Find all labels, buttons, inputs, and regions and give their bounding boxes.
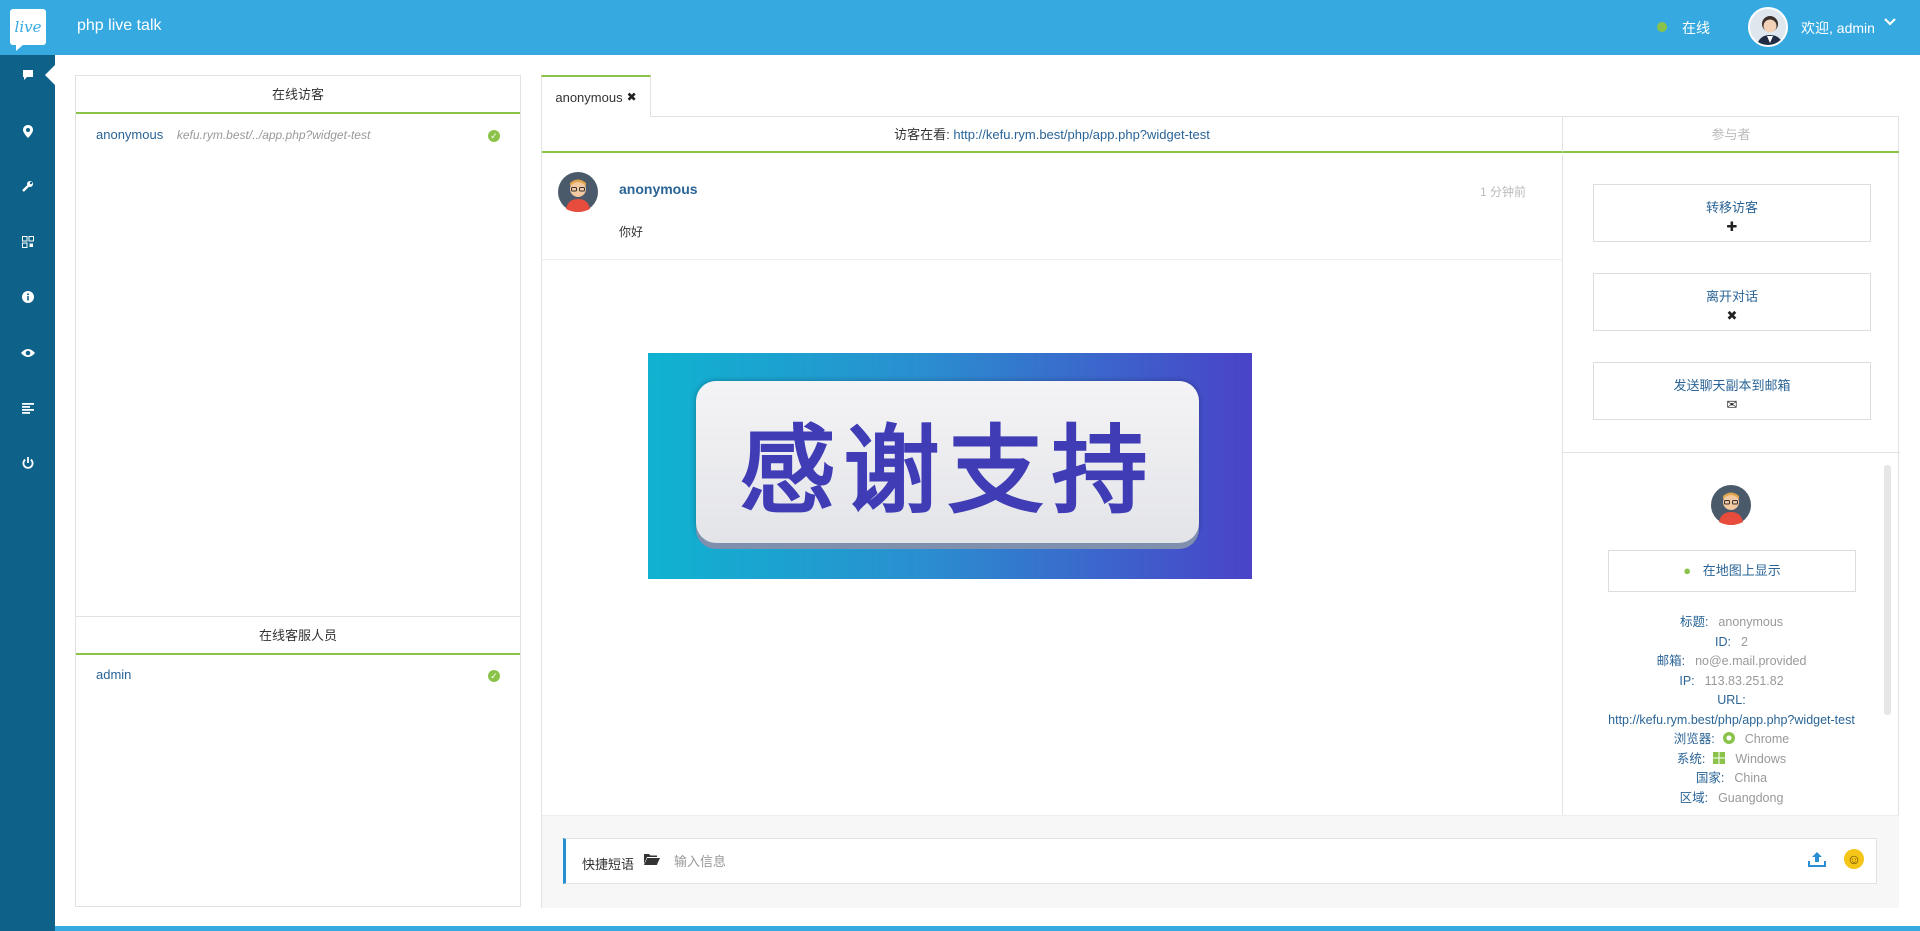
message-author: anonymous <box>619 181 698 197</box>
visitor-name[interactable]: anonymous <box>96 127 163 142</box>
online-agents-title: 在线客服人员 <box>76 617 520 655</box>
plus-icon: ✚ <box>1726 219 1738 234</box>
agent-name[interactable]: admin <box>96 667 131 682</box>
qrcode-icon <box>21 236 34 248</box>
viewing-label: 访客在看: <box>894 127 950 142</box>
info-id-row: ID: 2 <box>1715 634 1748 649</box>
top-bar: live php live talk 在线 欢迎, admin <box>0 0 1920 55</box>
chevron-down-icon[interactable] <box>1884 16 1896 31</box>
visitor-viewing-bar: 访客在看: http://kefu.rym.best/php/app.php?w… <box>542 117 1562 153</box>
show-on-map-button[interactable]: ● 在地图上显示 <box>1608 550 1856 592</box>
list-icon <box>21 402 34 414</box>
image-banner: 感谢支持 <box>648 353 1252 579</box>
logo-text: live <box>14 18 42 36</box>
tab-anonymous[interactable]: anonymous ✖ <box>541 75 651 117</box>
online-status-text[interactable]: 在线 <box>1682 18 1710 38</box>
agent-row[interactable]: admin ✓ <box>96 667 500 687</box>
banner-text: 感谢支持 <box>696 381 1199 543</box>
online-check-icon: ✓ <box>488 130 500 142</box>
online-visitors-panel: 在线访客 anonymous kefu.rym.best/../app.php?… <box>75 75 521 617</box>
info-region-row: 区域: Guangdong <box>1679 790 1784 805</box>
chat-icon <box>22 70 33 80</box>
sidebar-item-tools[interactable] <box>0 166 55 206</box>
visitor-info: 标题: anonymous ID: 2 邮箱: no@e.mail.provided … <box>1563 613 1900 808</box>
close-icon: ✖ <box>1726 308 1738 323</box>
participants-column: 转移访客 ✚ 离开对话 ✖ 发送聊天副本到邮箱 ✉ ● 在地图上显示 标题: an… <box>1562 155 1900 815</box>
message-text: 你好 <box>619 225 644 239</box>
windows-icon <box>1713 751 1726 764</box>
quick-replies-button[interactable]: 快捷短语 <box>582 854 634 873</box>
participants-title: 参与者 <box>1562 117 1899 153</box>
welcome-user-menu[interactable]: 欢迎, admin <box>1801 18 1875 38</box>
location-pin-icon <box>22 124 33 138</box>
sidebar-item-list[interactable] <box>0 388 55 428</box>
online-visitors-title: 在线访客 <box>76 76 520 114</box>
app-logo[interactable]: live <box>10 9 46 51</box>
map-pin-icon: ● <box>1683 563 1692 578</box>
transfer-visitor-button[interactable]: 转移访客 ✚ <box>1593 184 1871 242</box>
info-os-row: 系统: Windows <box>1676 751 1787 766</box>
app-title: php live talk <box>77 17 162 34</box>
transfer-visitor-label: 转移访客 <box>1705 200 1758 215</box>
message-input[interactable] <box>674 847 1674 875</box>
info-country-row: 国家: China <box>1695 771 1768 785</box>
upload-icon[interactable] <box>1808 851 1826 872</box>
online-check-icon: ✓ <box>488 670 500 682</box>
info-title-row: 标题: anonymous <box>1679 615 1784 629</box>
chat-area: 访客在看: http://kefu.rym.best/php/app.php?w… <box>541 116 1900 908</box>
email-transcript-label: 发送聊天副本到邮箱 <box>1673 378 1791 393</box>
info-ip-row: IP: 113.83.251.82 <box>1679 673 1784 688</box>
tab-label: anonymous <box>555 89 623 105</box>
visitor-profile-avatar <box>1711 485 1751 525</box>
user-avatar-image <box>1750 9 1786 45</box>
info-icon <box>21 291 34 303</box>
online-status-icon <box>1657 22 1667 32</box>
viewing-url-link[interactable]: http://kefu.rym.best/php/app.php?widget-… <box>953 127 1210 142</box>
envelope-icon: ✉ <box>1726 397 1738 412</box>
folder-open-icon[interactable] <box>644 852 660 868</box>
info-url-row: URL: http://kefu.rym.best/php/app.php?wid… <box>1608 693 1855 727</box>
visitor-avatar <box>558 172 598 212</box>
show-on-map-label: 在地图上显示 <box>1702 563 1781 578</box>
leave-chat-button[interactable]: 离开对话 ✖ <box>1593 273 1871 331</box>
bottom-strip <box>55 926 1920 931</box>
eye-icon <box>20 349 35 357</box>
sidebar-item-monitor[interactable] <box>0 333 55 373</box>
info-email-row: 邮箱: no@e.mail.provided <box>1656 654 1807 668</box>
message-time: 1 分钟前 <box>1479 185 1526 199</box>
sidebar-item-chat[interactable] <box>0 55 55 95</box>
visitor-url: kefu.rym.best/../app.php?widget-test <box>176 128 371 142</box>
message-input-box: 快捷短语 ☺ <box>563 838 1877 884</box>
sidebar-item-location[interactable] <box>0 111 55 151</box>
chat-message: anonymous 1 分钟前 你好 <box>542 155 1562 260</box>
sidebar-item-qrcode[interactable] <box>0 222 55 262</box>
divider <box>1563 452 1900 453</box>
visitor-row[interactable]: anonymous kefu.rym.best/../app.php?widge… <box>96 127 500 147</box>
sidebar-item-info[interactable] <box>0 277 55 317</box>
sidebar-item-logout[interactable] <box>0 443 55 483</box>
email-transcript-button[interactable]: 发送聊天副本到邮箱 ✉ <box>1593 362 1871 420</box>
wrench-icon <box>21 181 33 192</box>
message-input-area: 快捷短语 ☺ <box>542 815 1899 908</box>
close-icon[interactable]: ✖ <box>627 90 637 104</box>
info-browser-row: 浏览器: Chrome <box>1673 732 1790 746</box>
power-icon <box>22 457 33 469</box>
chrome-icon <box>1722 732 1735 744</box>
online-agents-panel: 在线客服人员 admin ✓ <box>75 616 521 907</box>
left-sidebar <box>0 55 55 931</box>
leave-chat-label: 离开对话 <box>1705 289 1758 304</box>
emoji-icon[interactable]: ☺ <box>1844 849 1864 869</box>
user-avatar[interactable] <box>1748 7 1788 47</box>
